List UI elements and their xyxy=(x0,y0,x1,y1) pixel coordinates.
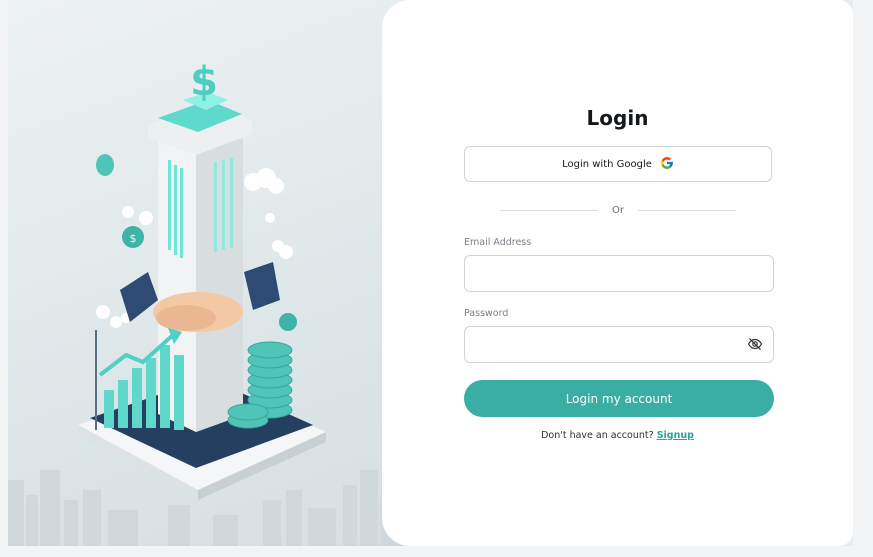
email-field[interactable] xyxy=(464,255,774,292)
login-submit-button[interactable]: Login my account xyxy=(464,380,774,417)
google-icon xyxy=(660,156,674,173)
login-with-google-button[interactable]: Login with Google xyxy=(464,146,772,182)
google-button-label: Login with Google xyxy=(562,158,652,170)
divider-text: Or xyxy=(612,204,624,216)
password-label: Password xyxy=(464,308,509,319)
divider-line-left xyxy=(500,209,599,211)
email-label: Email Address xyxy=(464,237,532,248)
login-page: $ $ Login Login with Google Or Email Add… xyxy=(8,0,853,546)
eye-off-icon[interactable] xyxy=(747,336,763,350)
signup-prompt-text: Don't have an account? xyxy=(541,430,654,441)
page-title: Login xyxy=(586,106,649,130)
svg-text:$: $ xyxy=(190,59,218,105)
building-handshake-illustration: $ $ xyxy=(8,59,408,546)
signup-prompt-row: Don't have an account? Signup xyxy=(382,430,853,441)
signup-link[interactable]: Signup xyxy=(657,430,694,441)
hero-illustration: $ $ xyxy=(8,0,408,546)
svg-text:$: $ xyxy=(130,232,137,245)
divider-line-right xyxy=(638,209,737,211)
or-divider: Or xyxy=(500,204,737,216)
password-field[interactable] xyxy=(464,326,774,363)
login-panel: Login Login with Google Or Email Address… xyxy=(382,0,853,546)
